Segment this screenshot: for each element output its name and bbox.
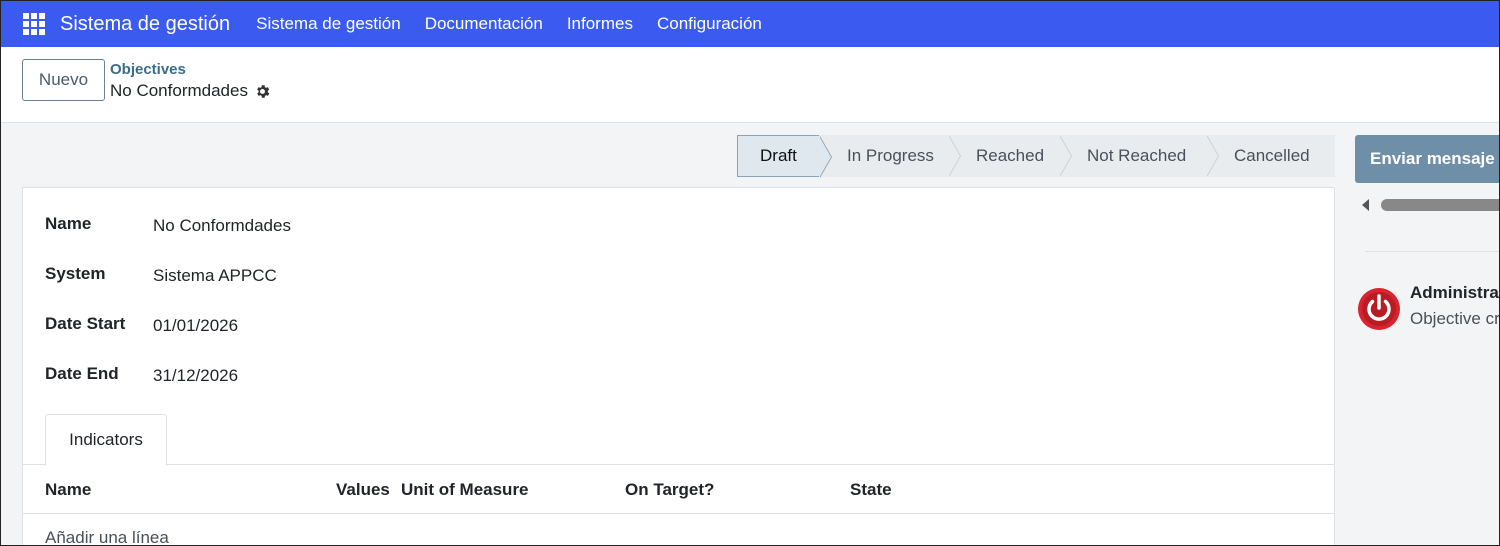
power-avatar-icon (1358, 288, 1400, 330)
stage-not-reached[interactable]: Not Reached (1059, 135, 1219, 177)
gear-icon[interactable] (254, 83, 271, 100)
record-title-row: No Conformdades (110, 81, 271, 101)
tab-divider (23, 464, 1334, 465)
date-end-field[interactable]: 31/12/2026 (153, 366, 238, 386)
stage-in-progress[interactable]: In Progress (819, 135, 961, 177)
column-values[interactable]: Values (336, 480, 390, 500)
horizontal-scrollbar[interactable] (1381, 199, 1499, 211)
record-title: No Conformdades (110, 81, 248, 100)
menu-informes[interactable]: Informes (555, 14, 645, 34)
apps-menu-icon[interactable] (23, 13, 45, 35)
app-brand[interactable]: Sistema de gestión (60, 13, 230, 36)
menu-documentacion[interactable]: Documentación (413, 14, 555, 34)
control-panel: Nuevo Objectives No Conformdades (1, 47, 1499, 123)
stage-cancelled[interactable]: Cancelled (1206, 135, 1335, 177)
tab-indicators[interactable]: Indicators (45, 414, 167, 466)
name-label: Name (45, 214, 92, 233)
header-divider (23, 513, 1334, 514)
system-label: System (45, 264, 106, 283)
date-start-label: Date Start (45, 314, 126, 333)
scroll-left-icon[interactable] (1362, 199, 1369, 211)
column-state[interactable]: State (850, 480, 892, 500)
new-button[interactable]: Nuevo (22, 59, 105, 101)
date-start-field[interactable]: 01/01/2026 (153, 316, 238, 336)
chatter-divider (1365, 251, 1499, 252)
status-bar: Draft In Progress Reached Not Reached Ca… (737, 135, 1335, 178)
send-message-button[interactable]: Enviar mensaje (1355, 135, 1499, 183)
top-navbar: Sistema de gestión Sistema de gestión Do… (1, 1, 1499, 47)
menu-configuracion[interactable]: Configuración (645, 14, 774, 34)
stage-draft[interactable]: Draft (737, 135, 832, 178)
add-line-link[interactable]: Añadir una línea (45, 528, 169, 545)
column-name[interactable]: Name (45, 480, 91, 500)
stage-reached[interactable]: Reached (948, 135, 1072, 177)
column-unit-of-measure[interactable]: Unit of Measure (401, 480, 529, 500)
name-field[interactable]: No Conformdades (153, 216, 291, 236)
breadcrumb-objectives[interactable]: Objectives (110, 61, 186, 78)
message-author[interactable]: Administrador (1410, 283, 1499, 303)
menu-sistema-gestion[interactable]: Sistema de gestión (244, 14, 413, 34)
date-end-label: Date End (45, 364, 119, 383)
system-field[interactable]: Sistema APPCC (153, 266, 277, 286)
form-sheet: Name No Conformdades System Sistema APPC… (22, 187, 1335, 545)
message-body: Objective created (1410, 309, 1499, 328)
column-on-target[interactable]: On Target? (625, 480, 714, 500)
